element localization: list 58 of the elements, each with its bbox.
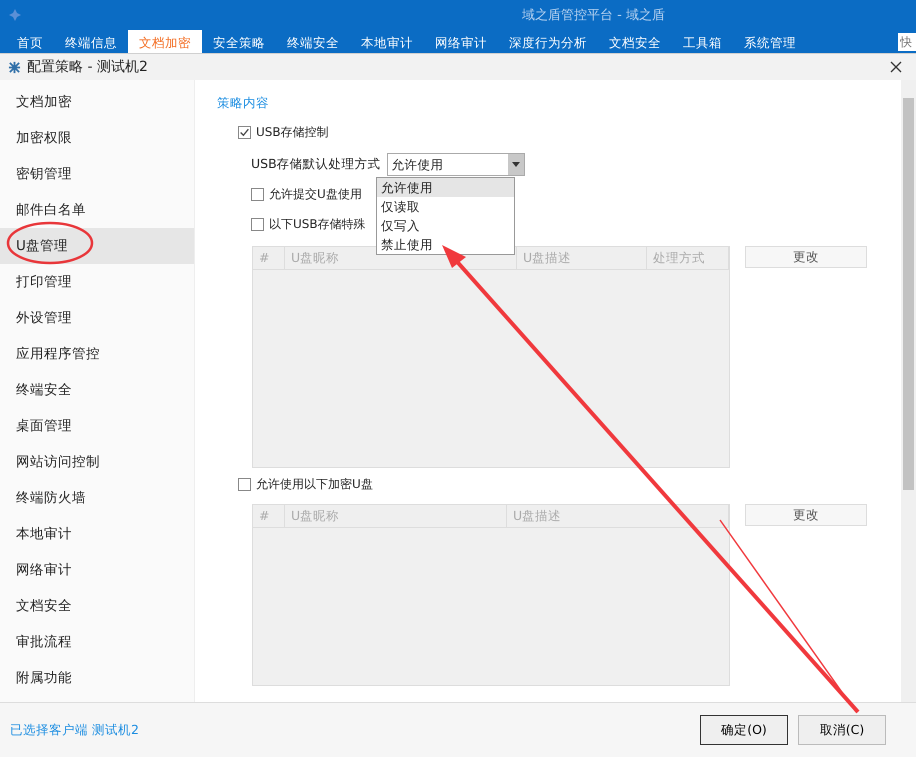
- scrollbar[interactable]: [901, 80, 916, 702]
- sidebar-item[interactable]: 网络审计: [0, 552, 194, 588]
- nav-tab[interactable]: 安全策略: [202, 30, 276, 53]
- checkbox-label: 允许使用以下加密U盘: [256, 476, 373, 492]
- column-header: U盘昵称: [285, 505, 507, 527]
- field-label: USB存储默认处理方式: [251, 156, 381, 172]
- nav-tab[interactable]: 终端安全: [276, 30, 350, 53]
- nav-tab[interactable]: 本地审计: [350, 30, 424, 53]
- sidebar-item[interactable]: 文档加密: [0, 84, 194, 120]
- checkbox-label: 允许提交U盘使用: [269, 186, 362, 202]
- status-text: 已选择客户端 测试机2: [10, 722, 139, 738]
- nav-tab[interactable]: 系统管理: [733, 30, 807, 53]
- dialog-title: 配置策略 - 测试机2: [27, 58, 148, 76]
- sidebar-item[interactable]: 审批流程: [0, 624, 194, 660]
- sidebar-item[interactable]: 应用程序管控: [0, 336, 194, 372]
- column-header: #: [253, 247, 285, 269]
- dropdown-option[interactable]: 仅读取: [377, 197, 514, 216]
- sidebar-item[interactable]: 终端防火墙: [0, 480, 194, 516]
- dialog-button[interactable]: 确定(O): [700, 715, 788, 745]
- sidebar-item[interactable]: 本地审计: [0, 516, 194, 552]
- caret-icon: [512, 162, 520, 166]
- nav-tab[interactable]: 网络审计: [424, 30, 498, 53]
- dropdown-option[interactable]: 仅写入: [377, 216, 514, 235]
- dropdown-option[interactable]: 允许使用: [377, 178, 514, 197]
- sidebar-item[interactable]: 外设管理: [0, 300, 194, 336]
- nav-tab[interactable]: 首页: [6, 30, 54, 53]
- column-header: 处理方式: [647, 247, 729, 269]
- checkbox[interactable]: [251, 218, 264, 230]
- nav-tab[interactable]: 文档安全: [598, 30, 672, 53]
- sidebar-item[interactable]: 打印管理: [0, 264, 194, 300]
- sidebar-item[interactable]: 附属功能: [0, 660, 194, 696]
- checkbox-label: USB存储控制: [256, 124, 329, 140]
- checkbox[interactable]: [238, 126, 251, 138]
- section-title: 策略内容: [217, 95, 270, 112]
- mode-dropdown[interactable]: 允许使用: [386, 152, 525, 176]
- checkbox[interactable]: [238, 478, 251, 490]
- nav-tab[interactable]: 深度行为分析: [498, 30, 598, 53]
- nav-tab[interactable]: 工具箱: [672, 30, 733, 53]
- column-header: U盘描述: [517, 247, 647, 269]
- sidebar-item[interactable]: 密钥管理: [0, 156, 194, 192]
- sidebar-item[interactable]: 桌面管理: [0, 408, 194, 444]
- sidebar-item[interactable]: 加密权限: [0, 120, 194, 156]
- app-logo-icon: [8, 8, 22, 22]
- settings-icon: [8, 60, 21, 74]
- sidebar-item[interactable]: 文档安全: [0, 588, 194, 624]
- checkbox-label: 以下USB存储特殊: [269, 216, 366, 232]
- dialog-button[interactable]: 取消(C): [798, 715, 886, 745]
- sidebar-item[interactable]: 邮件白名单: [0, 192, 194, 228]
- sidebar-item[interactable]: U盘管理: [0, 228, 194, 264]
- window-title: 域之盾管控平台 - 域之盾: [522, 7, 665, 24]
- search-field[interactable]: 快: [898, 33, 916, 51]
- column-header: #: [253, 505, 285, 527]
- column-header: U盘描述: [507, 505, 729, 527]
- sidebar-item[interactable]: 网站访问控制: [0, 444, 194, 480]
- nav-tab[interactable]: 终端信息: [54, 30, 128, 53]
- close-icon[interactable]: [890, 61, 902, 73]
- checkbox[interactable]: [251, 188, 264, 200]
- sidebar-item[interactable]: 终端安全: [0, 372, 194, 408]
